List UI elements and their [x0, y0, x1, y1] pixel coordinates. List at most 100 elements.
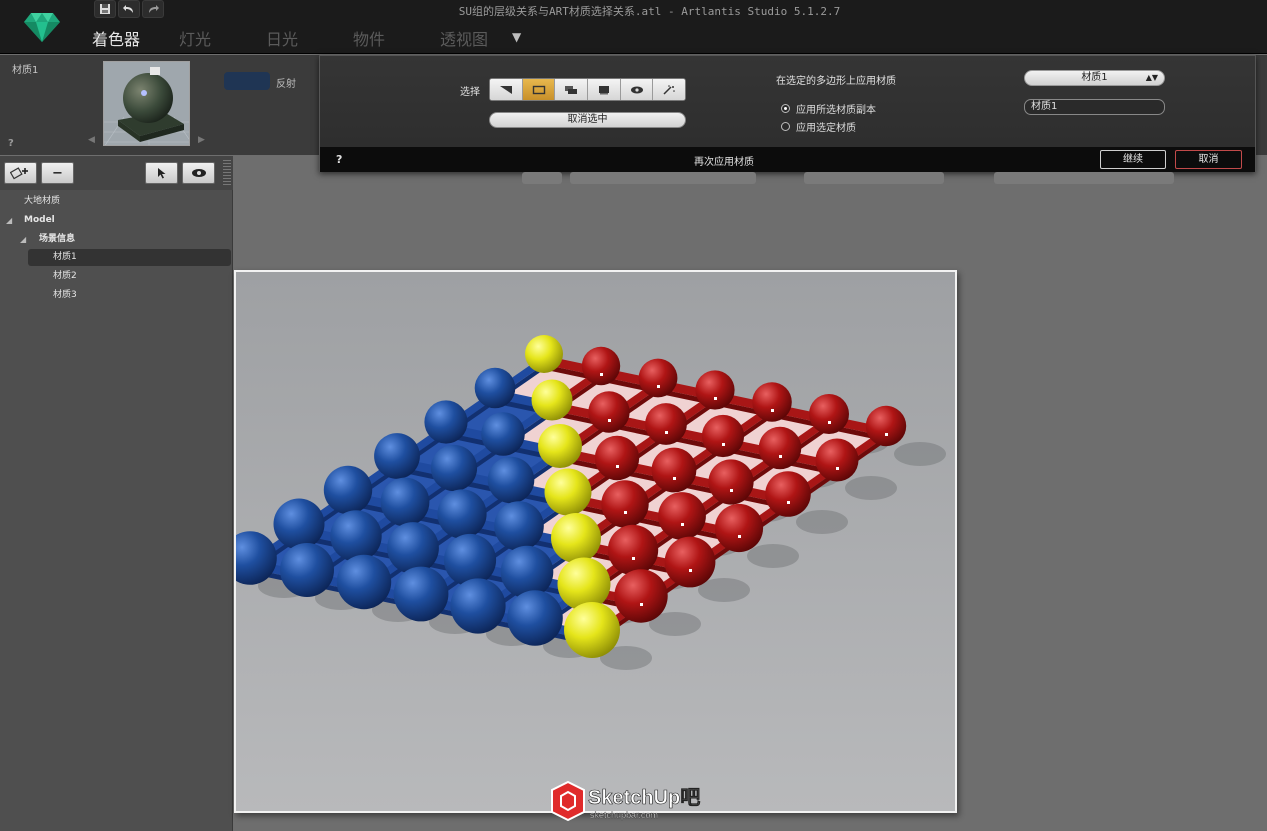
view-control[interactable] — [522, 172, 562, 184]
select-magic-button[interactable] — [653, 79, 685, 100]
sphere-highlight — [681, 523, 684, 526]
tree-item-material-2[interactable]: 材质2 — [53, 268, 77, 285]
tab-objects[interactable]: 物件 — [353, 26, 440, 50]
visibility-button[interactable] — [182, 162, 215, 184]
blue-sphere — [450, 578, 506, 634]
eye-icon — [191, 169, 206, 177]
next-material-icon[interactable]: ▶ — [198, 135, 205, 145]
cancel-button[interactable]: 取消 — [1175, 150, 1242, 169]
red-sphere — [614, 569, 668, 623]
red-sphere — [607, 524, 659, 576]
eye-select-icon — [630, 86, 643, 93]
radio-apply-copy[interactable]: 应用所选材质副本 — [781, 101, 876, 116]
blue-sphere — [387, 522, 439, 574]
select-visible-button[interactable] — [620, 79, 654, 100]
tree-item-ground[interactable]: 大地材质 — [24, 193, 60, 210]
previous-material-icon[interactable]: ◀ — [88, 135, 95, 145]
red-sphere — [594, 435, 640, 481]
expand-triangle-icon[interactable]: ◢ — [6, 216, 12, 225]
yellow-sphere — [564, 602, 620, 658]
sphere-highlight — [722, 443, 725, 446]
tree-item-material-3[interactable]: 材质3 — [53, 287, 77, 304]
radio-off-icon — [781, 122, 790, 131]
red-sphere — [765, 471, 811, 517]
material-name-field[interactable]: 材质1 — [1024, 99, 1165, 115]
material-dropdown-value: 材质1 — [1081, 72, 1108, 83]
sphere-highlight — [657, 385, 660, 388]
material-name: 材质1 — [12, 65, 39, 76]
add-material-icon — [9, 167, 28, 180]
magic-wand-icon — [663, 84, 675, 95]
object-select-icon — [598, 85, 609, 94]
reapply-material-label[interactable]: 再次应用材质 — [320, 153, 1128, 168]
watermark-url: sketchupbar.com — [590, 810, 658, 820]
sphere-highlight — [738, 535, 741, 538]
tab-dropdown-icon[interactable]: ▼ — [512, 30, 521, 44]
tree-item-model[interactable]: Model — [24, 212, 55, 229]
yellow-sphere — [531, 379, 573, 421]
blue-sphere — [393, 566, 449, 622]
red-sphere — [708, 459, 754, 505]
view-control[interactable] — [570, 172, 756, 184]
selection-mode-toolbar — [489, 78, 686, 101]
red-sphere — [581, 346, 621, 386]
radio-apply-selected[interactable]: 应用选定材质 — [781, 119, 856, 134]
apply-on-polygons-title: 在选定的多边形上应用材质 — [776, 76, 896, 87]
sphere-highlight — [836, 467, 839, 470]
select-group-button[interactable] — [555, 79, 589, 100]
select-triangle-button[interactable] — [490, 79, 523, 100]
tree-item-scene-info[interactable]: 场景信息 — [39, 231, 75, 248]
red-sphere — [588, 391, 630, 433]
radio-apply-copy-label: 应用所选材质副本 — [796, 105, 876, 116]
continue-button[interactable]: 继续 — [1100, 150, 1166, 169]
sketchup-logo-icon — [551, 780, 585, 822]
sphere-highlight — [632, 557, 635, 560]
top-bar: SU组的层级关系与ART材质选择关系.atl - Artlantis Studi… — [0, 0, 1267, 54]
tab-shaders[interactable]: 着色器 — [92, 26, 179, 50]
sphere-shadow — [796, 510, 848, 534]
sphere-highlight — [665, 431, 668, 434]
red-sphere — [695, 370, 735, 410]
deselect-button[interactable]: 取消选中 — [489, 112, 686, 128]
main-tabs: 着色器 灯光 日光 物件 透视图 — [92, 26, 527, 50]
material-sphere-preview — [104, 62, 189, 145]
blue-sphere — [430, 444, 478, 492]
expand-triangle-icon[interactable]: ◢ — [20, 235, 26, 244]
red-sphere — [664, 536, 716, 588]
blue-sphere — [273, 498, 325, 550]
panel-resize-grip[interactable] — [223, 160, 231, 186]
material-preview[interactable] — [103, 61, 190, 146]
tab-lights[interactable]: 灯光 — [179, 26, 266, 50]
select-polygon-button[interactable] — [522, 79, 556, 100]
triangle-select-icon — [499, 85, 512, 94]
view-control[interactable] — [994, 172, 1174, 184]
remove-material-button[interactable]: − — [41, 162, 74, 184]
red-sphere — [701, 414, 745, 458]
radio-on-icon — [781, 104, 790, 113]
sketchupbar-watermark: SketchUp吧 sketchupbar.com — [551, 780, 701, 822]
reflection-swatch[interactable] — [224, 72, 270, 90]
blue-sphere — [374, 433, 420, 479]
red-sphere — [658, 492, 706, 540]
pick-tool-button[interactable] — [145, 162, 178, 184]
material-help-icon[interactable]: ? — [8, 138, 14, 149]
view-control[interactable] — [804, 172, 944, 184]
view-toolbar — [234, 172, 1267, 186]
render-preview[interactable] — [234, 270, 957, 813]
material-dropdown[interactable]: 材质1 ▲▼ — [1024, 70, 1165, 86]
tab-heliodon[interactable]: 日光 — [266, 26, 353, 50]
sphere-highlight — [600, 373, 603, 376]
watermark-brand: SketchUp吧 — [588, 787, 700, 809]
select-object-button[interactable] — [588, 79, 621, 100]
minus-icon: − — [52, 165, 63, 181]
select-label: 选择 — [460, 87, 480, 98]
tree-toolbar: − — [0, 156, 233, 190]
sphere-highlight — [885, 433, 888, 436]
blue-sphere — [487, 456, 535, 504]
add-material-button[interactable] — [4, 162, 37, 184]
tree-item-material-1[interactable]: 材质1 — [28, 249, 231, 266]
sphere-highlight — [616, 465, 619, 468]
sphere-highlight — [608, 419, 611, 422]
artlantis-window: SU组的层级关系与ART材质选择关系.atl - Artlantis Studi… — [0, 0, 1267, 831]
sphere-highlight — [640, 603, 643, 606]
